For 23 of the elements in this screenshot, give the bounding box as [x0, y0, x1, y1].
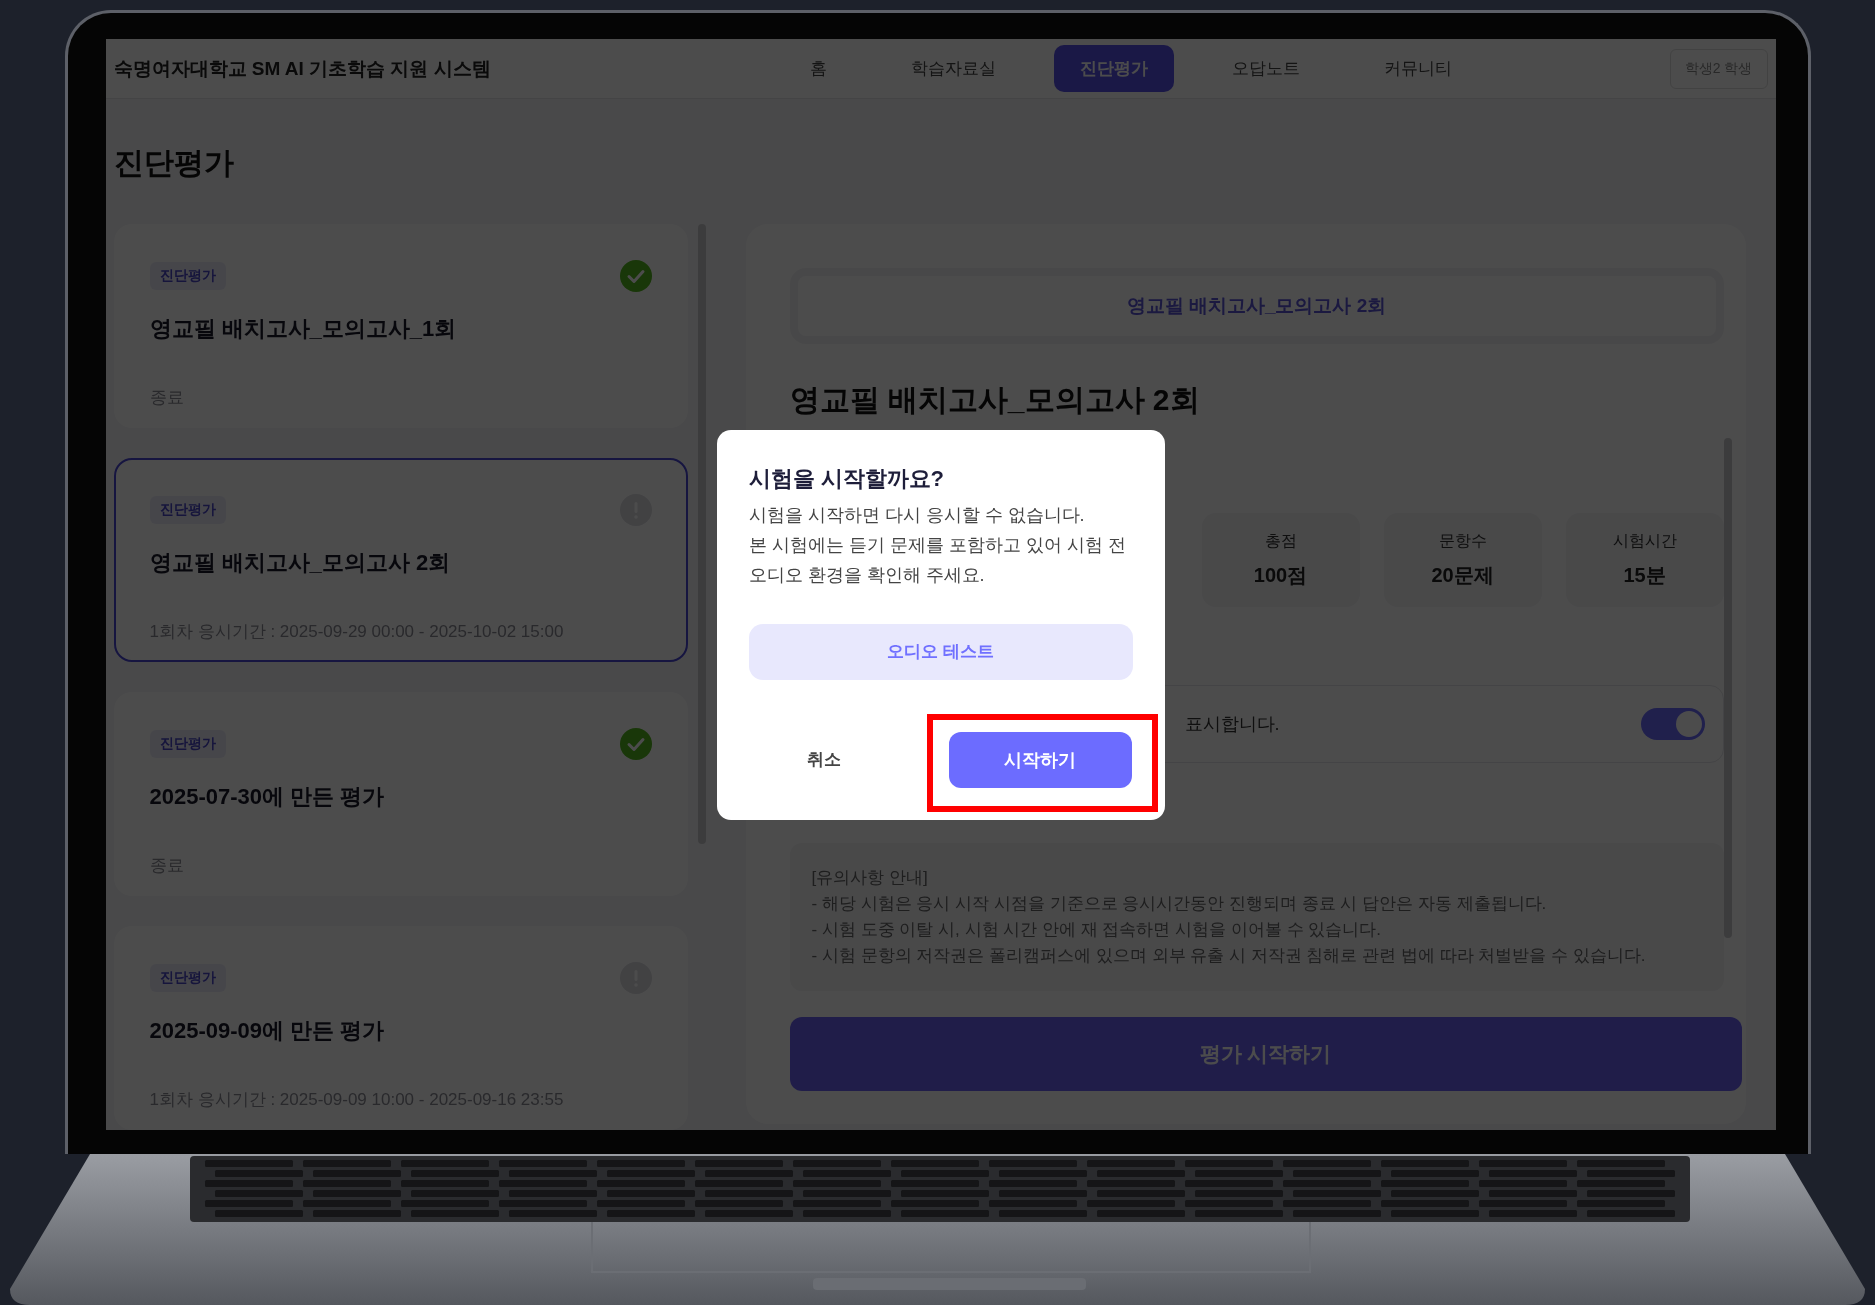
stat-value: 20문제 — [1431, 563, 1494, 588]
stat-value: 100점 — [1253, 563, 1308, 588]
nav-tab[interactable]: 학습자료실 — [884, 45, 1022, 92]
stat-label: 시험시간 — [1612, 531, 1677, 551]
nav-tab[interactable]: 홈 — [783, 45, 853, 92]
exam-title: 영교필 배치고사_모의고사 2회 — [149, 549, 452, 577]
cancel-button[interactable]: 취소 — [748, 732, 899, 787]
option-text: 표시합니다. — [1184, 713, 1280, 736]
exam-title: 2025-07-30에 만든 평가 — [149, 783, 386, 811]
exam-title: 2025-09-09에 만든 평가 — [149, 1017, 386, 1045]
stat-label: 문항수 — [1438, 531, 1487, 551]
exam-title: 영교필 배치고사_모의고사_1회 — [149, 315, 458, 343]
dialog-title: 시험을 시작할까요? — [748, 464, 946, 493]
page-title: 진단평가 — [113, 145, 235, 181]
dialog-message: 시험을 시작하면 다시 응시할 수 없습니다. 본 시험에는 듣기 문제를 포함하고 있어 시험 전 오디오 환경을 확인해 주세요. — [748, 503, 1127, 587]
start-button[interactable]: 시작하기 — [948, 731, 1132, 788]
nav-tab[interactable]: 커뮤니티 — [1357, 45, 1478, 92]
stat-value: 15분 — [1623, 563, 1666, 588]
exam-heading: 영교필 배치고사_모의고사 2회 — [789, 382, 1201, 418]
app-title: 숙명여자대학교 SM AI 기초학습 지원 시스템 — [113, 56, 492, 81]
nav-tab[interactable]: 오답노트 — [1205, 45, 1326, 92]
stat-label: 총점 — [1264, 531, 1297, 551]
audio-test-button[interactable]: 오디오 테스트 — [748, 623, 1133, 680]
